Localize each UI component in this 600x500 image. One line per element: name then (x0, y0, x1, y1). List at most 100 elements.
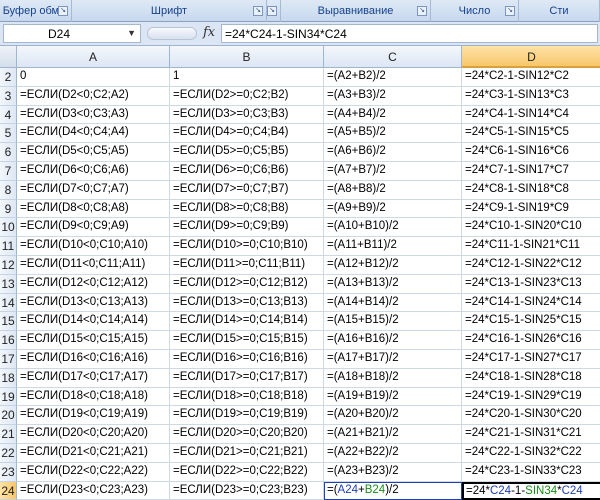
cell-d7[interactable]: =24*C7-1-SIN17*C7 (462, 162, 600, 181)
cell-a11[interactable]: =ЕСЛИ(D10<0;C10;A10) (17, 237, 170, 256)
cell-b18[interactable]: =ЕСЛИ(D17>=0;C17;B17) (170, 368, 324, 388)
dialog-launcher-icon[interactable]: ↘ (417, 6, 427, 16)
cell-b5[interactable]: =ЕСЛИ(D4>=0;C4;B4) (170, 124, 324, 144)
cell-c19[interactable]: =(A19+B19)/2 (324, 387, 462, 407)
column-header-d[interactable]: D (462, 46, 600, 68)
cell-b9[interactable]: =ЕСЛИ(D8>=0;C8;B8) (170, 199, 324, 219)
cell-b10[interactable]: =ЕСЛИ(D9>=0;C9;B9) (170, 218, 324, 238)
column-header-b[interactable]: B (170, 46, 324, 68)
cell-d5[interactable]: =24*C5-1-SIN15*C5 (462, 124, 600, 144)
row-header-14[interactable]: 14 (0, 293, 17, 313)
row-header-13[interactable]: 13 (0, 274, 17, 294)
cell-b14[interactable]: =ЕСЛИ(D13>=0;C13;B13) (170, 293, 324, 313)
cell-c3[interactable]: =(A3+B3)/2 (324, 86, 462, 106)
row-header-8[interactable]: 8 (0, 180, 17, 200)
cell-b15[interactable]: =ЕСЛИ(D14>=0;C14;B14) (170, 312, 324, 332)
cell-c14[interactable]: =(A14+B14)/2 (324, 293, 462, 313)
cell-a20[interactable]: =ЕСЛИ(D19<0;C19;A19) (17, 406, 170, 426)
row-header-4[interactable]: 4 (0, 105, 17, 125)
cell-d11[interactable]: =24*C11-1-SIN21*C11 (462, 237, 600, 256)
cell-a7[interactable]: =ЕСЛИ(D6<0;C6;A6) (17, 162, 170, 181)
dialog-launcher-icon[interactable]: ↘ (253, 6, 263, 16)
cell-a5[interactable]: =ЕСЛИ(D4<0;C4;A4) (17, 124, 170, 144)
cell-d21[interactable]: =24*C21-1-SIN31*C21 (462, 425, 600, 444)
cell-b11[interactable]: =ЕСЛИ(D10>=0;C10;B10) (170, 237, 324, 256)
cell-c20[interactable]: =(A20+B20)/2 (324, 406, 462, 426)
cell-d4[interactable]: =24*C4-1-SIN14*C4 (462, 106, 600, 125)
row-header-3[interactable]: 3 (0, 86, 17, 106)
cell-a18[interactable]: =ЕСЛИ(D17<0;C17;A17) (17, 368, 170, 388)
cell-c15[interactable]: =(A15+B15)/2 (324, 312, 462, 332)
cell-c18[interactable]: =(A18+B18)/2 (324, 368, 462, 388)
cell-b3[interactable]: =ЕСЛИ(D2>=0;C2;B2) (170, 86, 324, 106)
row-header-24[interactable]: 24 (0, 481, 17, 500)
row-header-5[interactable]: 5 (0, 124, 17, 144)
cell-b20[interactable]: =ЕСЛИ(D19>=0;C19;B19) (170, 406, 324, 426)
cell-c9[interactable]: =(A9+B9)/2 (324, 199, 462, 219)
cell-b23[interactable]: =ЕСЛИ(D22>=0;C22;B22) (170, 462, 324, 482)
cell-b13[interactable]: =ЕСЛИ(D12>=0;C12;B12) (170, 274, 324, 294)
cell-b8[interactable]: =ЕСЛИ(D7>=0;C7;B7) (170, 180, 324, 200)
row-header-23[interactable]: 23 (0, 462, 17, 482)
insert-function-icon[interactable]: fx (203, 25, 215, 40)
cell-d24[interactable]: =24*C24-1-SIN34*C24 (462, 481, 600, 500)
cell-d14[interactable]: =24*C14-1-SIN24*C14 (462, 294, 600, 313)
row-header-6[interactable]: 6 (0, 143, 17, 162)
cell-c16[interactable]: =(A16+B16)/2 (324, 331, 462, 350)
row-header-19[interactable]: 19 (0, 387, 17, 407)
cell-c8[interactable]: =(A8+B8)/2 (324, 180, 462, 200)
cell-b21[interactable]: =ЕСЛИ(D20>=0;C20;B20) (170, 425, 324, 444)
row-header-9[interactable]: 9 (0, 199, 17, 219)
cell-a17[interactable]: =ЕСЛИ(D16<0;C16;A16) (17, 350, 170, 369)
cell-d3[interactable]: =24*C3-1-SIN13*C3 (462, 87, 600, 106)
row-header-2[interactable]: 2 (0, 68, 17, 87)
cell-d22[interactable]: =24*C22-1-SIN32*C22 (462, 444, 600, 463)
cell-d6[interactable]: =24*C6-1-SIN16*C6 (462, 143, 600, 162)
row-header-18[interactable]: 18 (0, 368, 17, 388)
cell-d2[interactable]: =24*C2-1-SIN12*C2 (462, 68, 600, 87)
cell-d8[interactable]: =24*C8-1-SIN18*C8 (462, 181, 600, 200)
column-header-c[interactable]: C (324, 46, 462, 68)
column-header-a[interactable]: A (17, 46, 170, 68)
cell-c2[interactable]: =(A2+B2)/2 (324, 68, 462, 87)
cell-d15[interactable]: =24*C15-1-SIN25*C15 (462, 312, 600, 332)
cell-a21[interactable]: =ЕСЛИ(D20<0;C20;A20) (17, 425, 170, 444)
cell-a16[interactable]: =ЕСЛИ(D15<0;C15;A15) (17, 331, 170, 350)
cell-a3[interactable]: =ЕСЛИ(D2<0;C2;A2) (17, 86, 170, 106)
formula-bar-splitter[interactable] (147, 27, 197, 40)
row-header-22[interactable]: 22 (0, 444, 17, 463)
cell-d12[interactable]: =24*C12-1-SIN22*C12 (462, 256, 600, 275)
row-header-7[interactable]: 7 (0, 162, 17, 181)
cell-c23[interactable]: =(A23+B23)/2 (324, 462, 462, 482)
cell-a22[interactable]: =ЕСЛИ(D21<0;C21;A21) (17, 444, 170, 463)
cell-c21[interactable]: =(A21+B21)/2 (324, 425, 462, 444)
cell-d23[interactable]: =24*C23-1-SIN33*C23 (462, 463, 600, 482)
cell-d19[interactable]: =24*C19-1-SIN29*C19 (462, 388, 600, 407)
cell-c5[interactable]: =(A5+B5)/2 (324, 124, 462, 144)
cell-c11[interactable]: =(A11+B11)/2 (324, 237, 462, 256)
cell-b24[interactable]: =ЕСЛИ(D23>=0;C23;B23) (170, 481, 324, 500)
row-header-11[interactable]: 11 (0, 237, 17, 256)
cell-c12[interactable]: =(A12+B12)/2 (324, 256, 462, 275)
cell-b16[interactable]: =ЕСЛИ(D15>=0;C15;B15) (170, 331, 324, 350)
dialog-launcher-icon[interactable]: ↘ (267, 6, 277, 16)
cell-c17[interactable]: =(A17+B17)/2 (324, 350, 462, 369)
dialog-launcher-icon[interactable]: ↘ (505, 6, 515, 16)
row-header-17[interactable]: 17 (0, 350, 17, 369)
chevron-down-icon[interactable]: ▼ (127, 28, 136, 38)
cell-d16[interactable]: =24*C16-1-SIN26*C16 (462, 331, 600, 350)
cell-b17[interactable]: =ЕСЛИ(D16>=0;C16;B16) (170, 350, 324, 369)
cell-a6[interactable]: =ЕСЛИ(D5<0;C5;A5) (17, 143, 170, 162)
cell-c6[interactable]: =(A6+B6)/2 (324, 143, 462, 162)
cell-b19[interactable]: =ЕСЛИ(D18>=0;C18;B18) (170, 387, 324, 407)
row-header-15[interactable]: 15 (0, 312, 17, 332)
row-header-21[interactable]: 21 (0, 425, 17, 444)
cell-b4[interactable]: =ЕСЛИ(D3>=0;C3;B3) (170, 105, 324, 125)
dialog-launcher-icon[interactable]: ↘ (58, 6, 68, 16)
row-header-16[interactable]: 16 (0, 331, 17, 350)
row-header-12[interactable]: 12 (0, 256, 17, 275)
cell-a8[interactable]: =ЕСЛИ(D7<0;C7;A7) (17, 180, 170, 200)
cell-c13[interactable]: =(A13+B13)/2 (324, 274, 462, 294)
row-header-20[interactable]: 20 (0, 406, 17, 426)
cell-a12[interactable]: =ЕСЛИ(D11<0;C11;A11) (17, 256, 170, 275)
